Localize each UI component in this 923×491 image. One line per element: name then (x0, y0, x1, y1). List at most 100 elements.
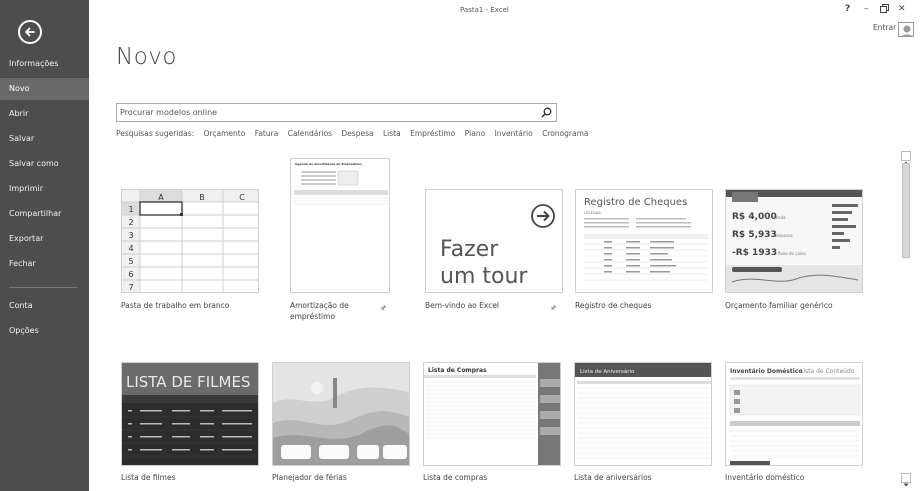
user-icon (901, 25, 913, 36)
search-box (116, 103, 557, 122)
close-button[interactable]: ✕ (898, 4, 906, 14)
template-caption: Pasta de trabalho em branco (121, 301, 230, 310)
avatar[interactable] (898, 22, 914, 37)
template-shopping-list[interactable]: Lista de Compras (423, 362, 561, 466)
suggestion-link[interactable]: Plano (465, 129, 486, 138)
template-family-budget[interactable]: R$ 4,000 renda R$ 5,933 despesas -R$ 193… (725, 189, 863, 293)
suggestion-link[interactable]: Orçamento (204, 129, 246, 138)
template-home-inventory[interactable]: Inventário Doméstico Lista de Conteúdo (725, 362, 863, 466)
tour-thumbnail: Fazer um tour (440, 204, 555, 289)
template-caption: Bem-vindo ao Excel (425, 301, 500, 310)
budget-cashflow-label: fluxo de caixa (778, 251, 806, 256)
thumb-title: Inventário Doméstico (730, 368, 803, 375)
minimize-button[interactable]: – (864, 4, 869, 14)
suggestion-link[interactable]: Empréstimo (410, 129, 455, 138)
nav-info[interactable]: Informações (0, 53, 89, 75)
search-icon[interactable] (541, 107, 552, 118)
nav-print[interactable]: Imprimir (0, 178, 89, 200)
template-caption: Lista de filmes (121, 473, 176, 482)
nav-divider (9, 287, 77, 288)
col-header: B (199, 193, 205, 202)
thumb-title: LISTA DE FILMES (126, 373, 250, 391)
thumb-legend: LEGENDA (584, 211, 601, 215)
nav-open[interactable]: Abrir (0, 103, 89, 125)
nav-close[interactable]: Fechar (0, 253, 89, 275)
pin-icon[interactable]: 🖈 (380, 304, 386, 315)
scroll-down-button[interactable] (901, 473, 911, 487)
suggestion-link[interactable]: Calendários (288, 129, 332, 138)
suggestion-link[interactable]: Inventário (495, 129, 533, 138)
budget-expense-label: despesas (774, 233, 793, 238)
template-blank-workbook[interactable]: A B C 1 2 3 4 5 6 7 (121, 189, 259, 293)
help-button[interactable]: ? (845, 4, 850, 14)
movie-list-thumbnail: LISTA DE FILMES (122, 363, 258, 465)
template-welcome-tour[interactable]: Fazer um tour (425, 189, 563, 293)
restore-button[interactable] (880, 4, 889, 15)
budget-income-label: renda (774, 215, 786, 220)
thumb-subtitle: Lista de Conteúdo (800, 368, 855, 375)
blank-grid-thumbnail: A B C 1 2 3 4 5 6 7 (122, 190, 258, 292)
suggestion-link[interactable]: Fatura (255, 129, 279, 138)
row-header: 6 (128, 270, 133, 279)
template-caption: Lista de compras (423, 473, 488, 482)
col-header: C (239, 193, 245, 202)
window-title: Pasta1 - Excel (460, 6, 509, 14)
page-title: Novo (116, 44, 177, 70)
restore-icon (880, 4, 889, 13)
budget-cashflow-value: -R$ 1933 (732, 248, 777, 258)
suggested-searches: Pesquisas sugeridas: Orçamento Fatura Ca… (116, 129, 596, 138)
template-caption: Amortização de empréstimo (290, 301, 349, 321)
back-arrow-icon (25, 27, 35, 37)
suggestion-link[interactable]: Cronograma (542, 129, 588, 138)
pin-icon[interactable]: 🖈 (550, 304, 556, 315)
template-check-register[interactable]: Registro de Cheques LEGENDA (575, 189, 713, 293)
row-header: 7 (128, 283, 133, 292)
nav-new[interactable]: Novo (0, 78, 89, 100)
nav-save[interactable]: Salvar (0, 128, 89, 150)
birthday-list-thumbnail: Lista de Aniversário (575, 363, 711, 459)
template-caption: Orçamento familiar genérico (725, 301, 833, 310)
nav-share[interactable]: Compartilhar (0, 203, 89, 225)
backstage-sidebar: Informações Novo Abrir Salvar Salvar com… (0, 0, 89, 491)
thumb-title: Agenda de Amortização de Empréstimo (295, 162, 362, 166)
home-inventory-thumbnail: Inventário Doméstico Lista de Conteúdo (729, 368, 861, 465)
template-movie-list[interactable]: LISTA DE FILMES (121, 362, 259, 466)
budget-expense-value: R$ 5,933 (732, 230, 777, 240)
nav-options[interactable]: Opções (0, 320, 89, 342)
vacation-planner-thumbnail (273, 363, 409, 465)
template-birthday-list[interactable]: Lista de Aniversário (574, 362, 712, 466)
back-button[interactable] (18, 20, 42, 44)
template-caption: Lista de aniversários (574, 473, 652, 482)
row-header: 4 (128, 244, 133, 253)
amortization-thumbnail: Agenda de Amortização de Empréstimo (294, 162, 388, 205)
signin-link[interactable]: Entrar (873, 23, 896, 32)
template-caption: Registro de cheques (575, 301, 652, 310)
nav-save-as[interactable]: Salvar como (0, 153, 89, 175)
thumb-title: Lista de Compras (428, 367, 487, 374)
suggested-searches-label: Pesquisas sugeridas: (116, 129, 195, 138)
budget-income-value: R$ 4,000 (732, 212, 777, 222)
template-vacation-planner[interactable] (272, 362, 410, 466)
row-header: 1 (128, 205, 133, 214)
thumb-title: Lista de Aniversário (580, 368, 635, 375)
col-header: A (158, 193, 164, 202)
row-header: 3 (128, 231, 133, 240)
template-caption: Inventário doméstico (725, 473, 805, 482)
check-register-thumbnail: Registro de Cheques LEGENDA (584, 197, 708, 281)
scrollbar-thumb[interactable] (902, 163, 910, 258)
nav-account[interactable]: Conta (0, 295, 89, 317)
suggestion-link[interactable]: Lista (383, 129, 401, 138)
search-input[interactable] (120, 105, 530, 120)
family-budget-thumbnail: R$ 4,000 renda R$ 5,933 despesas -R$ 193… (726, 190, 862, 292)
shopping-list-thumbnail: Lista de Compras (424, 363, 560, 465)
template-caption: Planejador de férias (272, 473, 347, 482)
scroll-up-button[interactable] (901, 151, 911, 165)
tour-line2: um tour (440, 264, 528, 289)
suggestion-link[interactable]: Despesa (341, 129, 373, 138)
template-loan-amortization[interactable]: Agenda de Amortização de Empréstimo (290, 158, 390, 293)
thumb-title: Registro de Cheques (584, 197, 687, 208)
triangle-down-icon (903, 483, 909, 487)
tour-line1: Fazer (440, 237, 499, 262)
nav-export[interactable]: Exportar (0, 228, 89, 250)
row-header: 2 (128, 218, 133, 227)
